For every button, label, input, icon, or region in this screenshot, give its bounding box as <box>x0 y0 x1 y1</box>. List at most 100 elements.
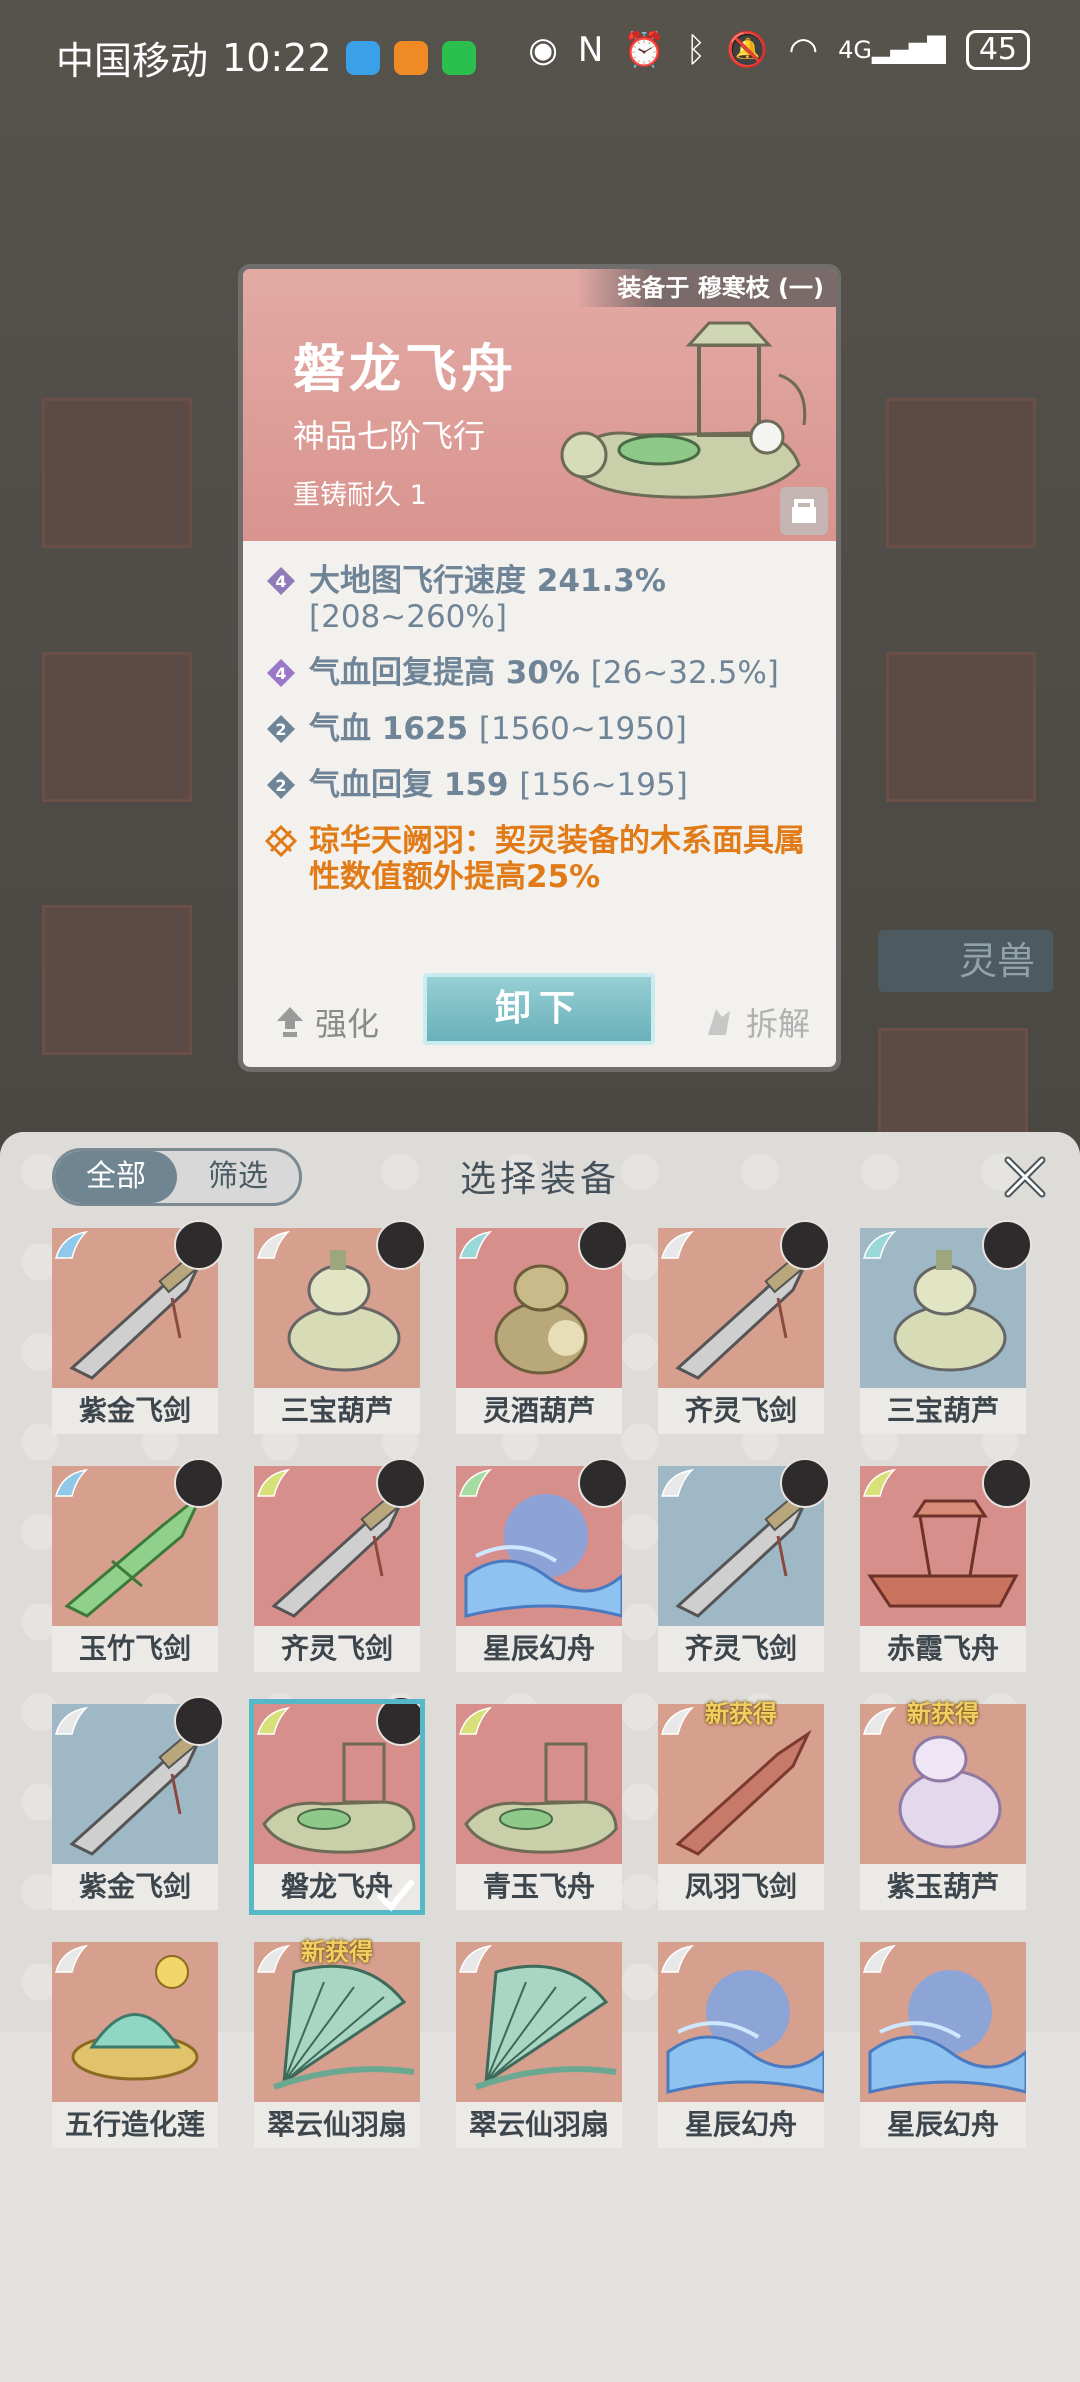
equipment-name: 星辰幻舟 <box>456 1626 622 1672</box>
bluetooth-icon: ᛒ <box>685 30 707 70</box>
equip-slot <box>42 652 192 802</box>
new-item-tag: 新获得 <box>301 1938 373 1966</box>
attribute-level-icon: 4 <box>267 659 295 687</box>
equipment-item[interactable]: 三宝葫芦 <box>254 1220 426 1444</box>
wing-rarity-icon <box>459 1944 492 1973</box>
attribute-range: [208~260%] <box>309 599 507 635</box>
equipment-item[interactable]: 灵酒葫芦 <box>456 1220 628 1444</box>
equipment-name: 灵酒葫芦 <box>456 1388 622 1434</box>
carrier-label: 中国移动 <box>56 39 209 83</box>
character-avatar <box>780 1220 830 1270</box>
item-detail-popup: 装备于 穆寒枝 (一) 磐龙飞舟 神品七阶飞行 重铸耐久 1 4 大地图飞行速度 … <box>238 264 841 1072</box>
equip-slot <box>878 1028 1028 1138</box>
equipment-item[interactable]: 赤霞飞舟 <box>860 1458 1032 1682</box>
lingshou-tab: 灵兽 <box>878 930 1053 992</box>
select-equipment-sheet: 全部 筛选 选择装备 紫金飞剑 三宝葫芦 灵酒葫芦 齐灵飞剑 三宝葫芦 玉竹飞剑 齐灵飞剑星… <box>0 1132 1080 2382</box>
equipment-item[interactable]: 紫金飞剑 <box>52 1220 224 1444</box>
attribute-row: 2 气血 1625 [1560~1950] <box>265 711 820 747</box>
equipment-item[interactable]: 翠云仙羽扇 <box>456 1942 622 2158</box>
wing-rarity-icon <box>459 1468 492 1497</box>
item-header: 装备于 穆寒枝 (一) 磐龙飞舟 神品七阶飞行 重铸耐久 1 <box>243 269 836 541</box>
strengthen-button[interactable]: 强化 <box>275 999 379 1045</box>
equipped-on-label: 装备于 穆寒枝 (一) <box>577 269 836 307</box>
attribute-text: 大地图飞行速度 241.3% [208~260%] <box>309 563 820 635</box>
equip-slot <box>886 652 1036 802</box>
wing-rarity-icon <box>459 1706 492 1735</box>
eye-icon: ◉ <box>528 30 558 70</box>
wing-rarity-icon <box>55 1230 88 1259</box>
wing-rarity-icon <box>459 1230 492 1259</box>
character-avatar <box>578 1220 628 1270</box>
app-notification-icon <box>345 40 380 75</box>
attribute-level: 4 <box>275 572 286 591</box>
wing-rarity-icon <box>55 1706 88 1735</box>
equipment-item[interactable]: 星辰幻舟 <box>658 1942 824 2158</box>
attribute-row: 4 大地图飞行速度 241.3% [208~260%] <box>265 563 820 635</box>
attribute-value: 气血回复提高 30% <box>309 655 580 691</box>
character-avatar <box>174 1220 224 1270</box>
new-item-tag: 新获得 <box>907 1700 979 1728</box>
equipment-name: 青玉飞舟 <box>456 1864 622 1910</box>
equipment-name: 三宝葫芦 <box>860 1388 1026 1434</box>
equipment-item[interactable]: 紫金飞剑 <box>52 1696 224 1920</box>
lock-icon[interactable] <box>780 487 828 535</box>
attribute-row: 2 气血回复 159 [156~195] <box>265 767 820 803</box>
unequip-button[interactable]: 卸下 <box>423 973 655 1045</box>
equipment-name: 赤霞飞舟 <box>860 1626 1026 1672</box>
equipment-item[interactable]: 玉竹飞剑 <box>52 1458 224 1682</box>
character-avatar <box>376 1458 426 1508</box>
attribute-level: 2 <box>275 776 286 795</box>
character-avatar <box>174 1458 224 1508</box>
equipment-item[interactable]: 新获得 凤羽飞剑 <box>658 1700 824 1920</box>
dismantle-icon <box>707 1009 730 1035</box>
equipment-item[interactable]: 齐灵飞剑 <box>658 1458 830 1682</box>
attribute-value: 气血 1625 <box>309 711 469 747</box>
mute-icon: 🔕 <box>726 30 769 70</box>
equipment-name: 翠云仙羽扇 <box>456 2102 622 2148</box>
dismantle-label: 拆解 <box>745 1005 810 1043</box>
attribute-list: 4 大地图飞行速度 241.3% [208~260%] 4 气血回复提高 30% [2… <box>243 541 836 895</box>
equipment-name: 紫玉葫芦 <box>860 1864 1026 1910</box>
equipment-item[interactable]: 星辰幻舟 <box>456 1458 628 1682</box>
equipment-item[interactable]: 新获得 紫玉葫芦 <box>860 1700 1026 1920</box>
wing-rarity-icon <box>55 1468 88 1497</box>
character-avatar <box>982 1220 1032 1270</box>
clock: 10:22 <box>222 35 332 80</box>
equipment-item[interactable]: 齐灵飞剑 <box>658 1220 830 1444</box>
wechat-icon <box>441 40 476 75</box>
battery-indicator: 45 <box>965 30 1030 70</box>
equip-slot <box>42 905 192 1055</box>
equipment-name: 紫金飞剑 <box>52 1388 218 1434</box>
wing-rarity-icon <box>257 1230 290 1259</box>
equipment-item[interactable]: 齐灵飞剑 <box>254 1458 426 1682</box>
attribute-level: 2 <box>275 720 286 739</box>
attribute-level-icon: 2 <box>267 715 295 743</box>
close-icon[interactable] <box>1000 1152 1050 1202</box>
equipment-name: 翠云仙羽扇 <box>254 2102 420 2148</box>
attribute-range: [156~195] <box>519 767 688 803</box>
attribute-level-icon: 2 <box>267 771 295 799</box>
character-avatar <box>578 1458 628 1508</box>
wing-rarity-icon <box>55 1944 88 1973</box>
checkmark-icon <box>377 1880 414 1912</box>
wing-rarity-icon <box>661 1230 694 1259</box>
equipment-item[interactable]: 新获得 翠云仙羽扇 <box>254 1938 420 2158</box>
signal-icon: 4G▂▄▆█ <box>838 36 946 64</box>
attribute-text: 气血回复提高 30% [26~32.5%] <box>309 655 779 691</box>
equip-slot <box>42 398 192 548</box>
wing-rarity-icon <box>863 1230 896 1259</box>
wing-rarity-icon <box>257 1468 290 1497</box>
item-durability: 重铸耐久 1 <box>293 480 427 511</box>
equip-slot <box>886 398 1036 548</box>
equipment-item[interactable]: 磐龙飞舟 <box>249 1696 426 1920</box>
wing-rarity-icon <box>863 1468 896 1497</box>
equipment-name: 星辰幻舟 <box>658 2102 824 2148</box>
sheet-title: 选择装备 <box>459 1159 620 1200</box>
equipment-name: 五行造化莲 <box>52 2102 218 2148</box>
dismantle-button[interactable]: 拆解 <box>702 999 810 1045</box>
equipment-item[interactable]: 三宝葫芦 <box>860 1220 1032 1444</box>
equipment-item[interactable]: 星辰幻舟 <box>860 1942 1026 2158</box>
equipment-item[interactable]: 五行造化莲 <box>52 1942 218 2158</box>
attribute-row: 4 气血回复提高 30% [26~32.5%] <box>265 655 820 691</box>
equipment-item[interactable]: 青玉飞舟 <box>456 1704 622 1920</box>
